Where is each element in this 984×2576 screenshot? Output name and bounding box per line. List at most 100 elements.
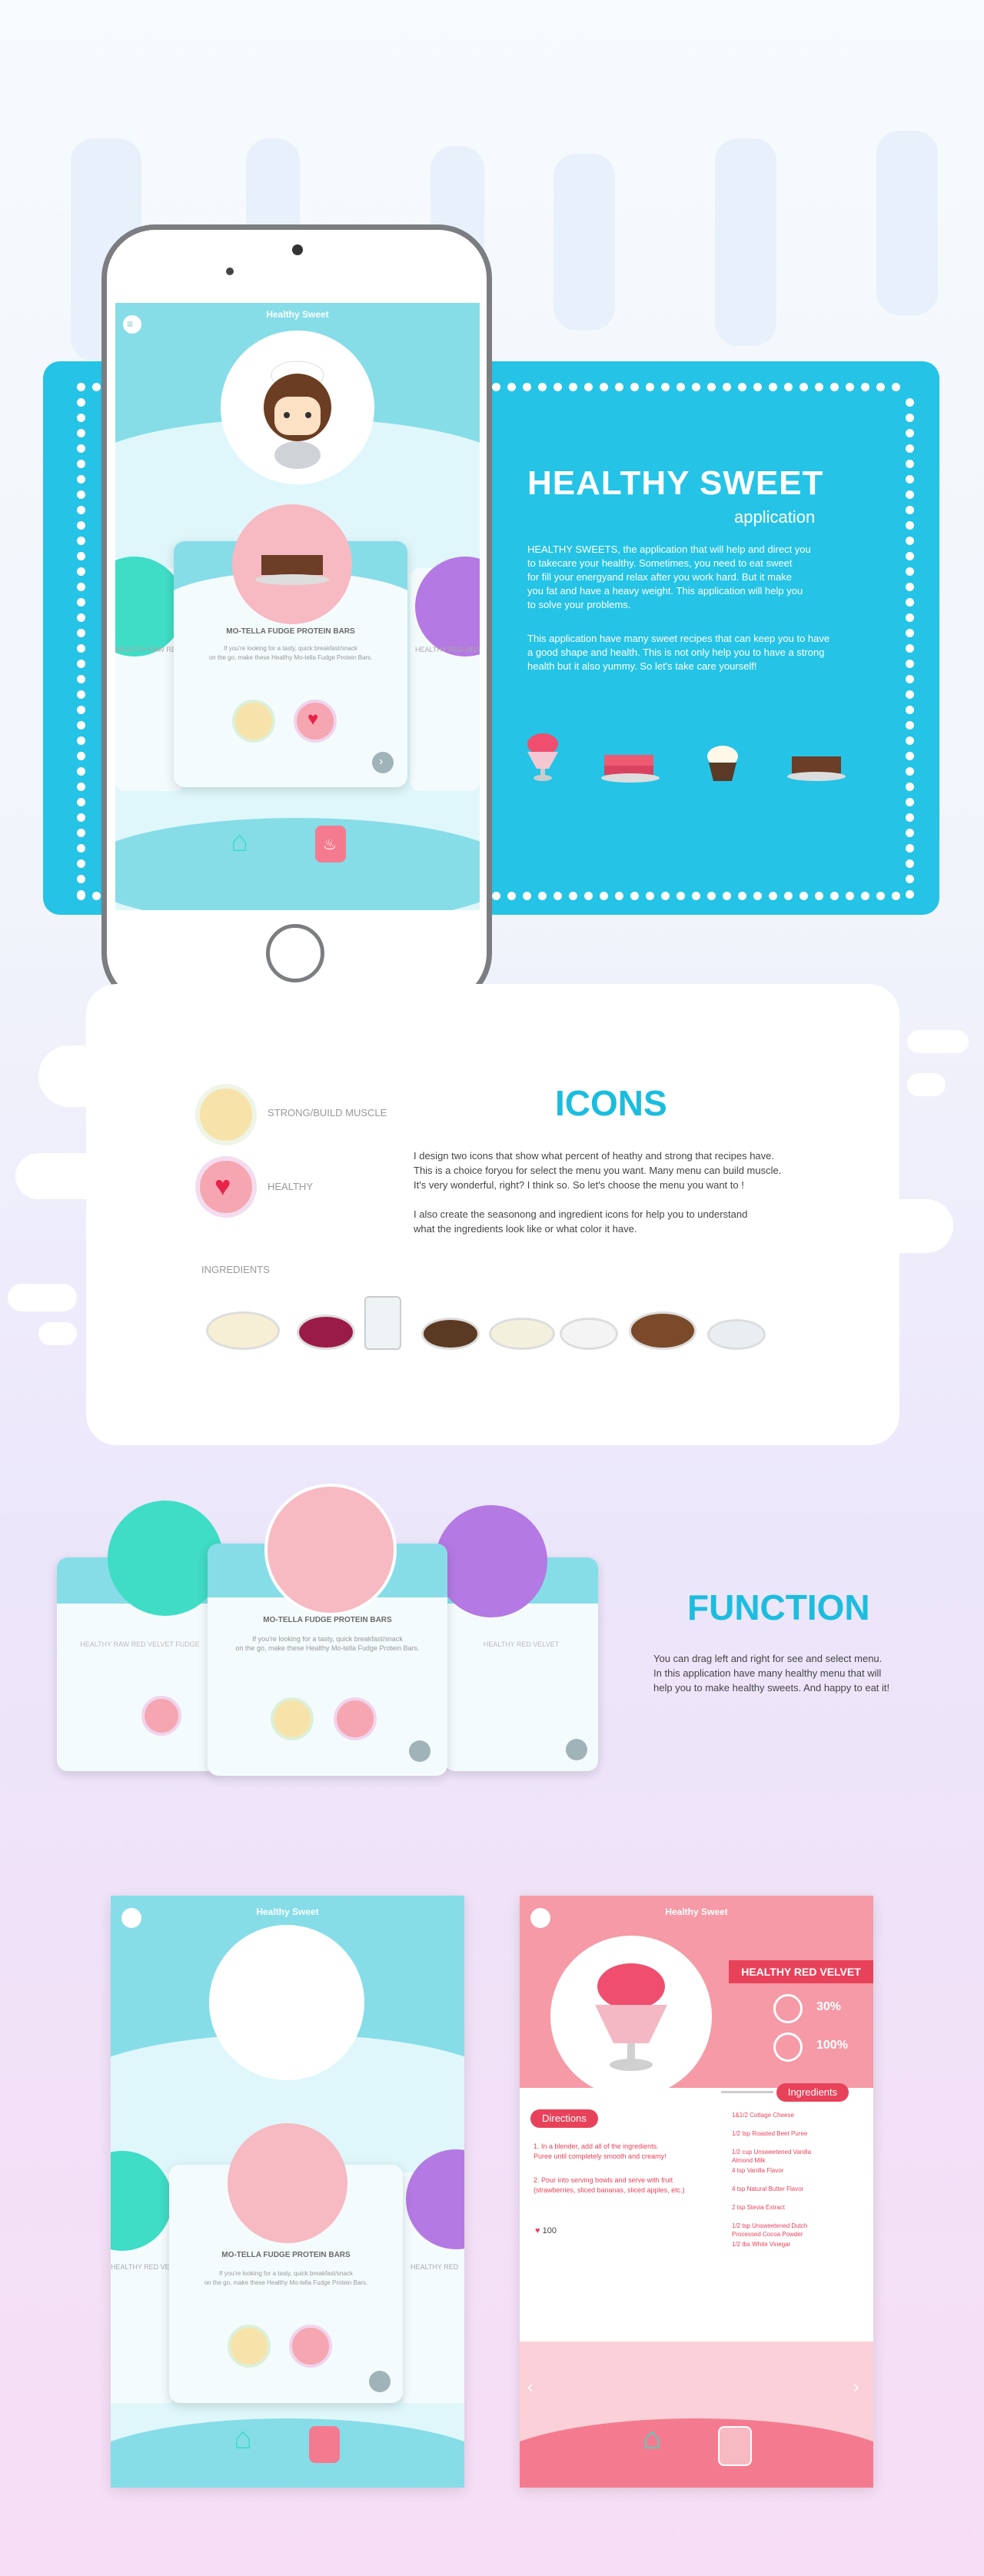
panel-dot [906,844,914,853]
panel-dot [584,383,593,391]
panel-dot [906,444,914,453]
red-velvet-fudge-image [108,1501,223,1616]
panel-dot [77,444,85,453]
panel-dot [906,783,914,791]
home-screen-mockup: Healthy Sweet HEALTHY RED VELVET FUDGE H… [111,1896,464,2488]
fudge-bar-image [228,2123,347,2243]
recipe-tab[interactable] [309,2426,340,2463]
screen-title: Healthy Sweet [266,309,329,320]
panel-dot [523,383,531,391]
fudge-bar-icon [787,756,846,781]
prev-arrow[interactable]: ‹ [527,2377,533,2397]
panel-dot [661,892,670,900]
panel-dot [830,383,839,391]
recipe-image [232,504,352,624]
panel-dot [77,706,85,714]
panel-dot [77,844,85,853]
next-arrow[interactable]: › [853,2377,859,2397]
menu-button[interactable] [530,1908,550,1928]
muscle-icon[interactable] [271,1697,314,1740]
panel-dot [906,398,914,407]
direction-step-1: 1. In a blender, add all of the ingredie… [534,2142,667,2160]
almond-milk-icon [364,1296,401,1350]
panel-dot [77,383,85,391]
heart-icon[interactable] [141,1696,181,1736]
beet-puree-icon [297,1315,355,1350]
ingredient-item: 1/2 tbs White Vinegar [732,2241,791,2248]
heart-icon[interactable]: ♥ [294,700,337,743]
heart-icon[interactable] [289,2325,332,2368]
recipe-tab[interactable] [718,2426,752,2466]
icons-description-2: I also create the seasonong and ingredie… [414,1208,748,1235]
panel-dot [569,892,577,900]
ingredient-list: 1&1/2 Cottage Cheese 1/2 tsp Roasted Beet… [732,2111,870,2259]
panel-dot [77,475,85,484]
heart-icon [773,2033,803,2062]
panel-dot [77,552,85,560]
home-tab[interactable]: ⌂ [234,2421,252,2456]
panel-dot [77,583,85,591]
cottage-cheese-icon [206,1311,280,1350]
panel-dot [646,892,654,900]
next-arrow-button[interactable]: › [372,752,394,773]
fudge-bar-image [264,1484,397,1616]
panel-dot [569,383,577,391]
intro-paragraph-2: This application have many sweet recipes… [527,633,830,672]
home-tab[interactable]: ⌂ [643,2421,661,2456]
function-card-right-title: HEALTHY RED VELVET [483,1640,560,1648]
next-arrow-button[interactable] [369,2371,391,2392]
ingredients-slider[interactable] [721,2091,773,2093]
panel-dot [77,829,85,837]
ingredient-item: 2 tsp Stevia Extract [732,2204,785,2211]
recipe-name-banner: HEALTHY RED VELVET [729,1960,873,1983]
panel-dot [676,383,685,391]
next-arrow-button[interactable] [409,1740,430,1762]
panel-dot [77,690,85,699]
panel-dot [692,383,700,391]
phone-home-button[interactable] [266,924,324,982]
phone-sensor [226,268,234,275]
panel-dot [77,429,85,437]
panel-dot [77,721,85,730]
panel-dot [906,721,914,730]
panel-dot [800,383,808,391]
panel-dot [906,875,914,883]
panel-dot [906,813,914,822]
panel-dot [906,736,914,745]
home-screen-side-right[interactable]: HEALTHY RED [411,2263,458,2271]
fudge-bar-icon [255,555,329,585]
panel-dot [77,490,85,499]
directions-tab[interactable]: Directions [530,2109,598,2128]
home-tab[interactable]: ⌂ [231,826,264,859]
phone-screen: Healthy Sweet ≡ HEALTHY RAW RED VELVET F… [115,303,480,910]
heart-icon[interactable] [334,1697,377,1740]
side-card-right-title[interactable]: HEALTHY RED VELVET [415,646,480,653]
panel-dot [630,383,639,391]
home-screen-card-title: MO-TELLA FUDGE PROTEIN BARS [221,2251,351,2259]
chef-girl-icon [264,361,331,469]
ingredients-tab[interactable]: Ingredients [776,2083,849,2102]
cupcake-icon [707,746,738,781]
panel-dot [906,629,914,637]
panel-dot [615,383,623,391]
panel-dot [723,383,731,391]
function-heading: FUNCTION [687,1587,870,1627]
panel-dot [77,537,85,545]
panel-dot [77,752,85,760]
panel-dot [753,892,762,900]
muscle-icon[interactable] [228,2325,271,2368]
next-arrow-button[interactable] [566,1739,587,1760]
menu-button[interactable] [121,1908,141,1928]
intro-paragraph-1: HEALTHY SWEETS, the application that wil… [527,543,811,610]
panel-dot [906,475,914,484]
panel-dot [906,690,914,699]
recipe-tab[interactable]: ♨ [315,826,346,863]
panel-dot [815,383,823,391]
home-icon: ⌂ [234,2421,253,2455]
like-button[interactable]: ♥ 100 [535,2226,557,2235]
muscle-icon[interactable] [232,700,275,743]
panel-dot [753,383,762,391]
menu-button[interactable]: ≡ [123,315,141,334]
function-description: You can drag left and right for see and … [653,1653,890,1694]
panel-dot [77,398,85,407]
